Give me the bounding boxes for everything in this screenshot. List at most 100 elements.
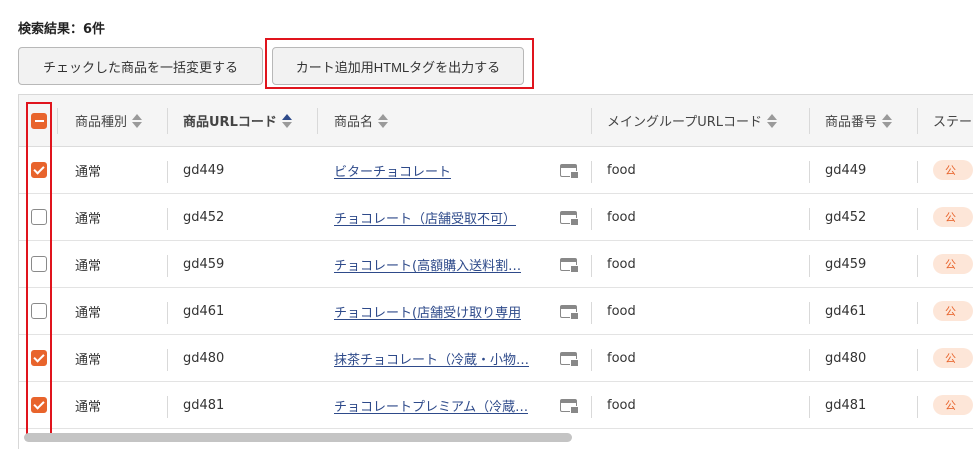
column-divider [917,208,918,230]
column-divider [809,108,810,134]
column-divider [317,108,318,134]
status-cell: 公 [933,382,973,428]
column-divider [167,161,168,183]
column-divider [809,349,810,371]
column-divider [809,396,810,418]
table-row: 通常 gd481 チョコレートプレミアム（冷蔵… food gd481 公 [19,382,973,429]
sort-arrows-icon[interactable] [767,113,778,129]
product-type: 通常 [75,164,102,180]
sort-arrows-icon[interactable] [882,113,893,129]
row-select-cell [29,382,49,428]
product-url-code: gd481 [183,397,225,413]
column-header-status-label: ステー [933,115,973,130]
column-divider [809,302,810,324]
main-group-code: food [607,162,636,178]
status-badge: 公 [933,301,973,321]
column-divider [167,255,168,277]
sort-arrows-icon[interactable] [378,113,389,129]
column-header-group-code[interactable]: メイングループURLコード [607,95,812,146]
table-row: 通常 gd459 チョコレート(高額購入送料割… food gd459 公 [19,241,973,288]
column-divider [167,302,168,324]
status-badge: 公 [933,348,973,368]
select-all-checkbox[interactable] [31,112,47,129]
product-number: gd481 [825,397,867,413]
column-header-type-label: 商品種別 [75,115,128,130]
row-select-cell [29,194,49,240]
product-table: 商品種別 商品URLコード 商品名 メイングループURLコード 商品番号 ステー… [18,94,973,449]
preview-window-icon-cell [557,147,579,193]
column-header-url-code[interactable]: 商品URLコード [183,95,323,146]
product-name-link[interactable]: 抹茶チョコレート（冷蔵・小物… [334,349,529,368]
product-url-code: gd480 [183,350,225,366]
product-url-code: gd449 [183,162,225,178]
product-name-link[interactable]: ビターチョコレート [334,161,451,180]
column-divider [167,349,168,371]
product-url-code: gd461 [183,303,225,319]
row-select-checkbox[interactable] [31,303,47,319]
product-type: 通常 [75,352,102,368]
product-number: gd449 [825,162,867,178]
table-header-row: 商品種別 商品URLコード 商品名 メイングループURLコード 商品番号 ステー [19,95,973,147]
table-row: 通常 gd480 抹茶チョコレート（冷蔵・小物… food gd480 公 [19,335,973,382]
preview-window-icon-cell [557,335,579,381]
column-header-status[interactable]: ステー [933,95,973,146]
row-select-checkbox[interactable] [31,256,47,272]
column-divider [917,108,918,134]
row-select-checkbox[interactable] [31,209,47,225]
column-divider [917,255,918,277]
product-url-code: gd452 [183,209,225,225]
column-header-number-label: 商品番号 [825,115,878,130]
column-divider [809,208,810,230]
table-row: 通常 gd461 チョコレート(店舗受け取り専用 food gd461 公 [19,288,973,335]
column-divider [809,255,810,277]
column-header-group-code-label: メイングループURLコード [607,115,763,130]
product-name-link[interactable]: チョコレートプレミアム（冷蔵… [334,396,528,415]
bulk-change-button[interactable]: チェックした商品を一括変更する [18,47,263,85]
column-divider [57,108,58,134]
product-name-cell: チョコレート(店舗受け取り専用 [334,288,549,334]
product-type: 通常 [75,258,102,274]
status-badge: 公 [933,207,973,227]
output-cart-tag-button[interactable]: カート追加用HTMLタグを出力する [272,47,524,85]
column-header-type[interactable]: 商品種別 [75,95,165,146]
preview-window-icon[interactable] [559,398,579,414]
product-number: gd459 [825,256,867,272]
preview-window-icon[interactable] [559,351,579,367]
status-cell: 公 [933,335,973,381]
product-number: gd452 [825,209,867,225]
row-select-checkbox[interactable] [31,397,47,413]
product-type: 通常 [75,305,102,321]
column-divider [591,108,592,134]
product-name-cell: チョコレートプレミアム（冷蔵… [334,382,549,428]
status-cell: 公 [933,288,973,334]
column-divider [809,161,810,183]
preview-window-icon[interactable] [559,163,579,179]
row-select-checkbox[interactable] [31,162,47,178]
preview-window-icon[interactable] [559,304,579,320]
product-name-cell: チョコレート(高額購入送料割… [334,241,549,287]
column-divider [917,396,918,418]
scrollbar-thumb[interactable] [24,433,572,442]
column-divider [591,255,592,277]
product-name-link[interactable]: チョコレート(高額購入送料割… [334,255,521,274]
sort-arrows-icon[interactable] [132,113,143,129]
sort-arrows-icon[interactable] [281,113,293,129]
product-type: 通常 [75,399,102,415]
main-group-code: food [607,209,636,225]
column-header-number[interactable]: 商品番号 [825,95,915,146]
row-select-checkbox[interactable] [31,350,47,366]
status-badge: 公 [933,395,973,415]
preview-window-icon[interactable] [559,257,579,273]
column-header-name[interactable]: 商品名 [334,95,549,146]
preview-window-icon[interactable] [559,210,579,226]
product-name-link[interactable]: チョコレート（店舗受取不可） [334,208,516,227]
preview-window-icon-cell [557,241,579,287]
product-name-link[interactable]: チョコレート(店舗受け取り専用 [334,302,521,321]
status-cell: 公 [933,194,973,240]
main-group-code: food [607,350,636,366]
column-divider [591,302,592,324]
column-divider [591,161,592,183]
status-badge: 公 [933,254,973,274]
horizontal-scrollbar[interactable] [24,433,973,443]
preview-window-icon-cell [557,382,579,428]
